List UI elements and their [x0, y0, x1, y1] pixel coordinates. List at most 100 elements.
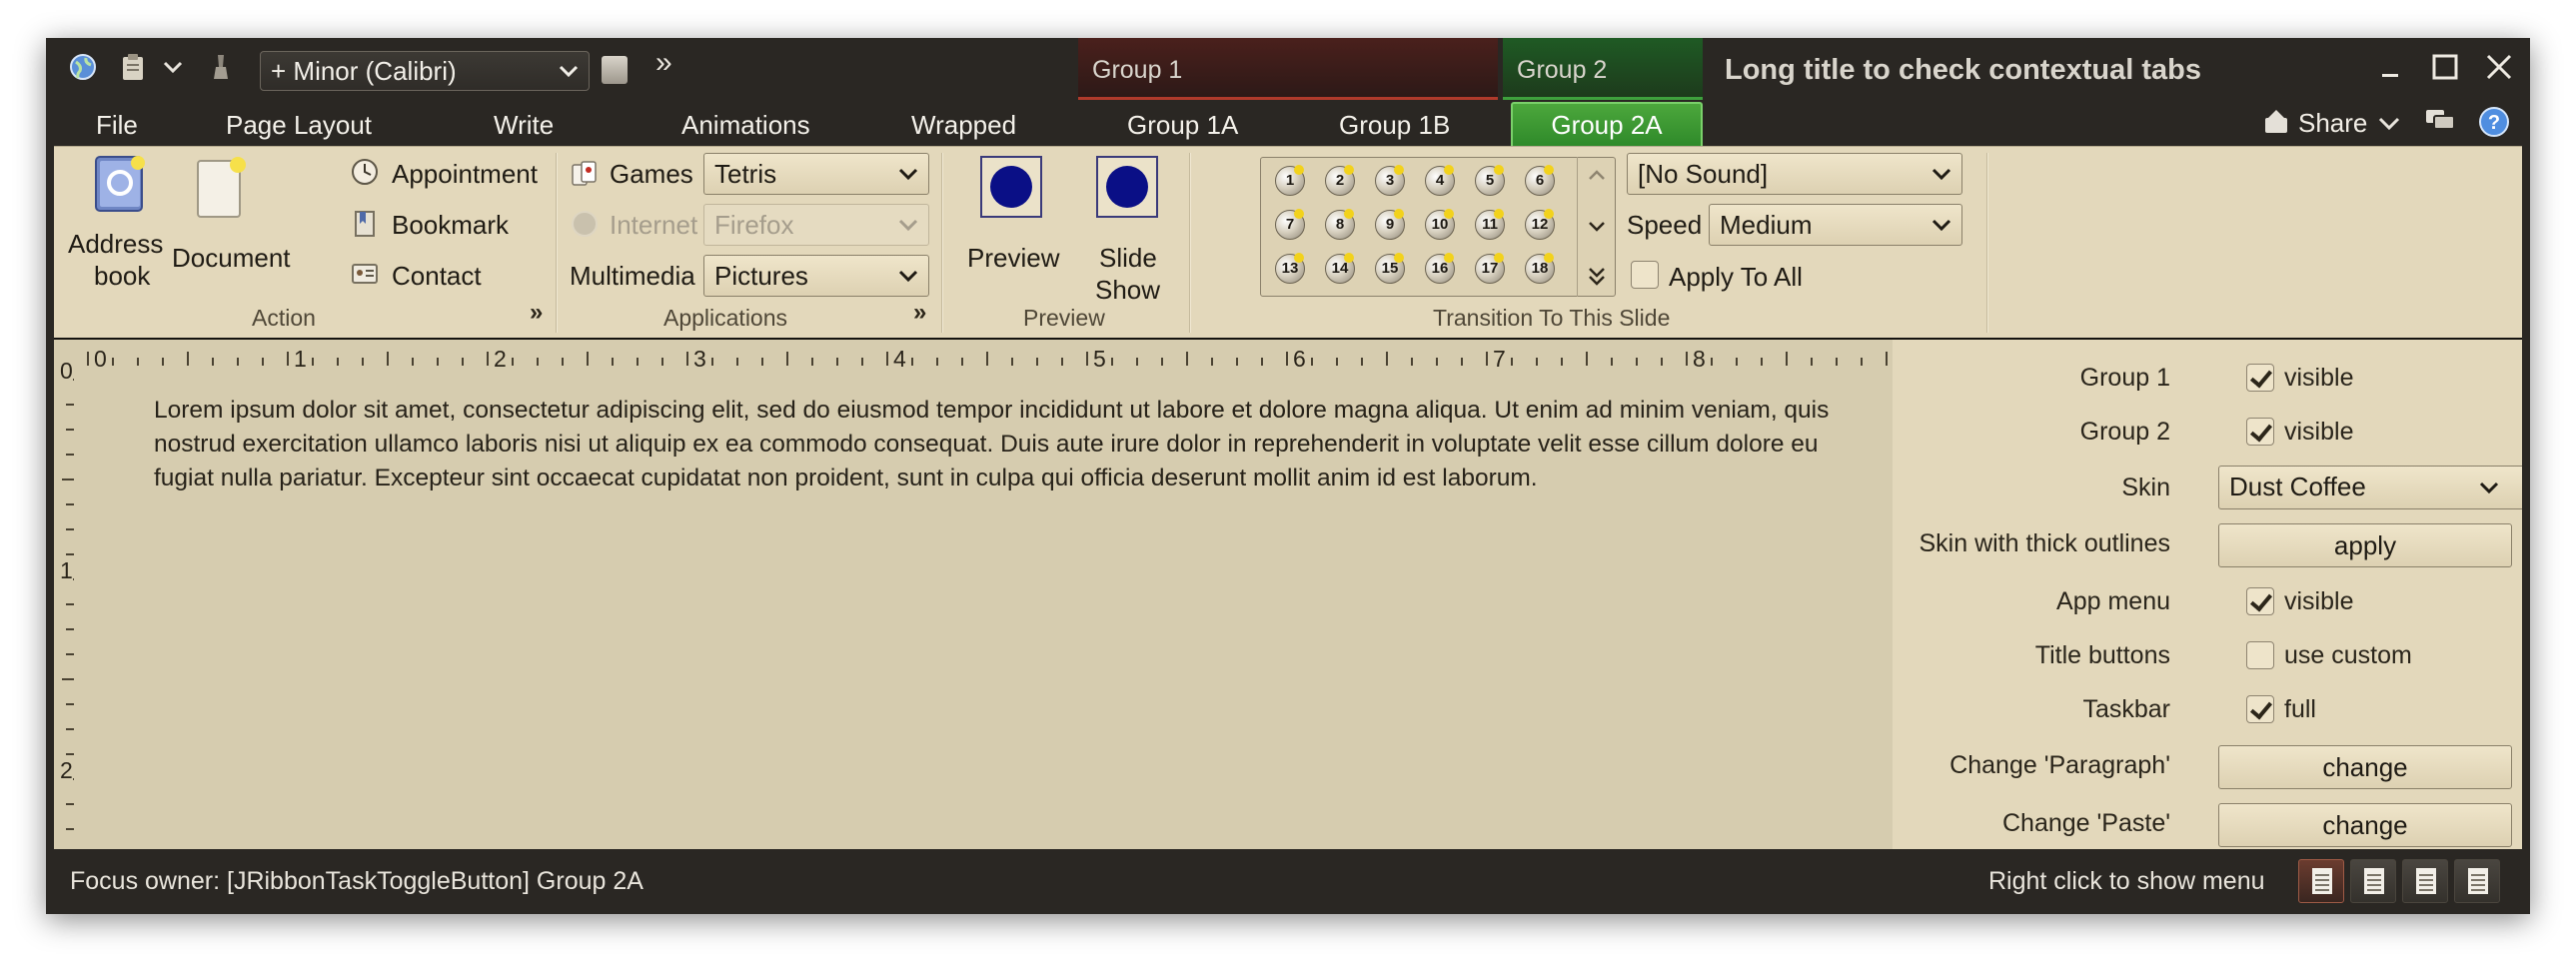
address-book-label-1[interactable]: Address [68, 229, 163, 260]
apply-to-all-checkbox[interactable] [1631, 261, 1659, 289]
status-bar: Focus owner: [JRibbonTaskToggleButton] G… [46, 849, 2530, 914]
ruler-number: 2 [60, 757, 73, 784]
games-combo[interactable]: Tetris [703, 153, 929, 195]
contextual-group-1-label: Group 1 [1092, 56, 1183, 84]
tab-group-2a[interactable]: Group 2A [1511, 102, 1703, 146]
transition-item[interactable]: 5 [1475, 165, 1505, 196]
page-icon [2364, 868, 2384, 894]
transition-item[interactable]: 14 [1325, 253, 1355, 284]
transition-item[interactable]: 8 [1325, 209, 1355, 240]
bookmark-button[interactable]: Bookmark [392, 210, 509, 241]
speed-combo[interactable]: Medium [1709, 204, 1962, 246]
format-brush-icon[interactable] [206, 52, 236, 82]
tab-group-1b[interactable]: Group 1B [1339, 110, 1450, 141]
transition-item[interactable]: 9 [1375, 209, 1405, 240]
share-icon [2265, 110, 2287, 133]
speed-combo-value: Medium [1720, 210, 1813, 240]
view-outline-button[interactable] [2454, 859, 2500, 903]
taskbar-overflow-button[interactable]: » [655, 46, 672, 80]
transition-item[interactable]: 1 [1275, 165, 1305, 196]
speed-label: Speed [1627, 210, 1703, 240]
contextual-group-2: Group 2 [1503, 38, 1703, 100]
preview-icon [980, 156, 1042, 218]
multimedia-combo[interactable]: Pictures [703, 255, 929, 297]
multimedia-label: Multimedia [570, 261, 695, 291]
minimize-icon[interactable] [2374, 50, 2408, 84]
transition-item[interactable]: 3 [1375, 165, 1405, 196]
tab-page-layout[interactable]: Page Layout [226, 110, 372, 141]
share-button[interactable]: Share [2298, 108, 2367, 139]
action-band-expand-button[interactable]: » [530, 299, 543, 327]
group1-visible-label[interactable]: visible [2284, 364, 2353, 393]
internet-combo-value: Firefox [714, 210, 794, 240]
paste-icon[interactable] [118, 52, 148, 82]
slideshow-label-2[interactable]: Show [1095, 275, 1160, 306]
slideshow-label-1[interactable]: Slide [1099, 243, 1157, 274]
comments-icon[interactable] [2424, 106, 2456, 136]
maximize-icon[interactable] [2428, 50, 2462, 84]
preview-button[interactable]: Preview [967, 243, 1059, 274]
title-bar: + Minor (Calibri) » Group 1 Group 2 Long… [46, 38, 2530, 100]
title-buttons-custom-label[interactable]: use custom [2284, 641, 2412, 670]
transition-item[interactable]: 17 [1475, 253, 1505, 284]
apply-thick-outlines-button[interactable]: apply [2218, 523, 2512, 567]
transition-item[interactable]: 16 [1425, 253, 1455, 284]
tab-write[interactable]: Write [494, 110, 554, 141]
help-icon[interactable]: ? [2478, 106, 2510, 138]
group2-visible-label[interactable]: visible [2284, 418, 2353, 447]
close-icon[interactable] [2482, 50, 2516, 84]
tab-animations[interactable]: Animations [681, 110, 810, 141]
transition-gallery[interactable]: 1 2 3 4 5 6 7 8 9 10 11 12 13 14 15 16 17 18 [1260, 157, 1616, 297]
group2-visible-checkbox[interactable] [2246, 418, 2274, 446]
chevron-down-icon[interactable] [158, 52, 188, 82]
horizontal-ruler [87, 352, 1888, 366]
change-paragraph-button[interactable]: change [2218, 745, 2512, 789]
title-buttons-custom-checkbox[interactable] [2246, 641, 2274, 669]
transition-item[interactable]: 2 [1325, 165, 1355, 196]
appointment-button[interactable]: Appointment [392, 159, 538, 190]
tab-file[interactable]: File [96, 110, 138, 141]
address-book-label-2[interactable]: book [94, 261, 150, 292]
transition-item[interactable]: 7 [1275, 209, 1305, 240]
font-family-combo[interactable]: + Minor (Calibri) [260, 51, 590, 91]
document-text[interactable]: Lorem ipsum dolor sit amet, consectetur … [154, 394, 1853, 495]
taskbar-full-checkbox[interactable] [2246, 695, 2274, 723]
transition-item[interactable]: 4 [1425, 165, 1455, 196]
change-paste-label: Change 'Paste' [2002, 809, 2170, 837]
application-window: + Minor (Calibri) » Group 1 Group 2 Long… [46, 38, 2530, 914]
app-menu-visible-label[interactable]: visible [2284, 587, 2353, 616]
document-area[interactable]: 0 1 2 3 4 5 6 7 8 0 1 2 Lorem ipsum dolor sit amet… [54, 340, 1893, 849]
font-preview-icon[interactable] [602, 56, 628, 84]
view-full-screen-button[interactable] [2350, 859, 2396, 903]
app-menu-visible-checkbox[interactable] [2246, 587, 2274, 615]
change-paste-button[interactable]: change [2218, 803, 2512, 847]
transition-item[interactable]: 18 [1525, 253, 1555, 284]
chevron-up-icon[interactable] [1584, 163, 1610, 189]
chevron-down-icon[interactable] [1584, 213, 1610, 239]
games-label: Games [610, 159, 693, 189]
view-web-layout-button[interactable] [2402, 859, 2448, 903]
transition-item[interactable]: 15 [1375, 253, 1405, 284]
chevron-down-icon[interactable] [2376, 110, 2402, 136]
sound-combo[interactable]: [No Sound] [1627, 153, 1962, 195]
applications-band-expand-button[interactable]: » [913, 299, 926, 327]
tab-group-1a[interactable]: Group 1A [1127, 110, 1238, 141]
skin-combo[interactable]: Dust Coffee [2218, 466, 2522, 509]
contact-button[interactable]: Contact [392, 261, 482, 292]
transition-item[interactable]: 12 [1525, 209, 1555, 240]
apply-to-all-label[interactable]: Apply To All [1669, 262, 1803, 293]
transition-item[interactable]: 10 [1425, 209, 1455, 240]
transition-item[interactable]: 13 [1275, 253, 1305, 284]
font-combo-value: + Minor (Calibri) [271, 56, 457, 86]
internet-combo: Firefox [703, 204, 929, 246]
view-print-layout-button[interactable] [2298, 859, 2344, 903]
globe-icon[interactable] [68, 52, 98, 82]
group1-visible-checkbox[interactable] [2246, 364, 2274, 392]
transition-item[interactable]: 6 [1525, 165, 1555, 196]
right-click-hint: Right click to show menu [1988, 867, 2265, 895]
taskbar-full-label[interactable]: full [2284, 695, 2316, 724]
transition-item[interactable]: 11 [1475, 209, 1505, 240]
gallery-expand-icon[interactable] [1584, 261, 1610, 291]
document-button[interactable]: Document [172, 243, 291, 274]
tab-wrapped[interactable]: Wrapped [911, 110, 1016, 141]
